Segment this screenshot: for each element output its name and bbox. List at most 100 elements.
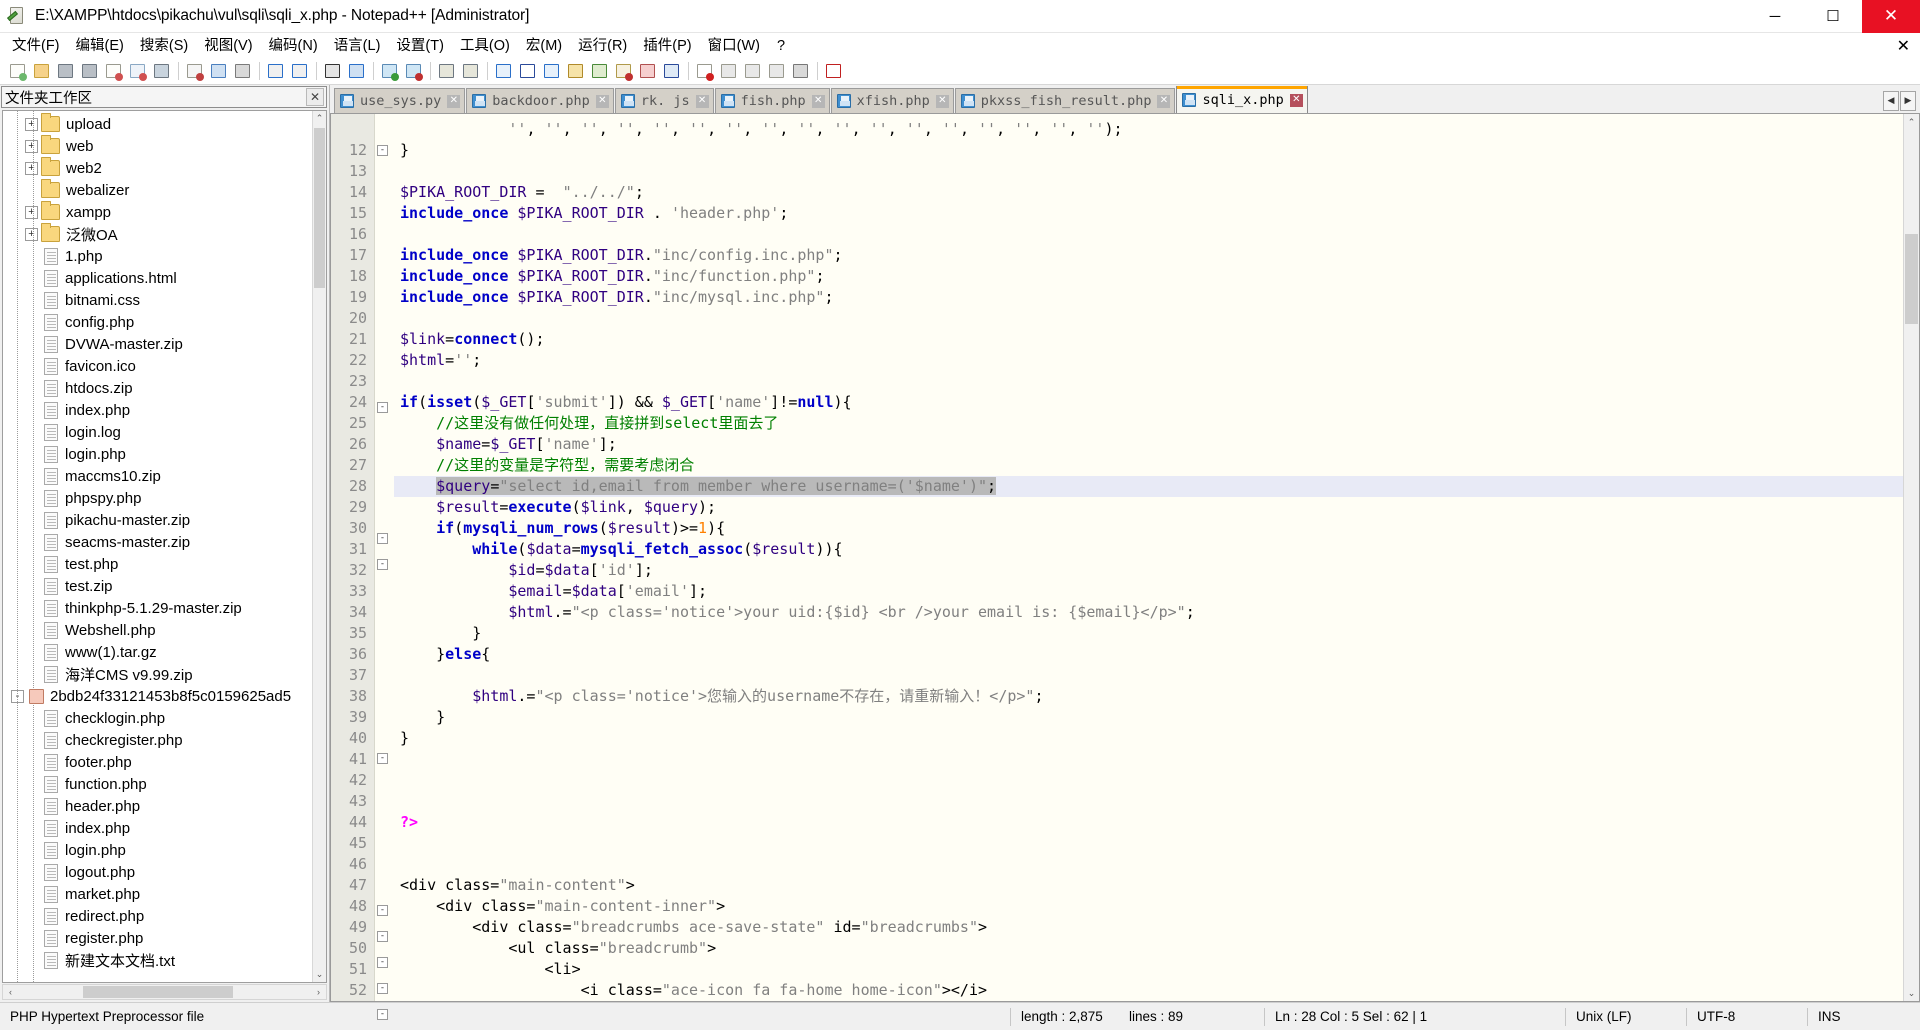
close-file-icon[interactable] (102, 60, 125, 82)
code-line[interactable]: while($data=mysqli_fetch_assoc($result))… (394, 539, 1919, 560)
monitoring-icon[interactable] (660, 60, 683, 82)
undo-icon[interactable] (264, 60, 287, 82)
expand-icon[interactable]: + (25, 117, 38, 131)
tree-node[interactable]: login.log (3, 421, 312, 443)
cut-icon[interactable] (183, 60, 206, 82)
tree-node[interactable]: DVWA-master.zip (3, 333, 312, 355)
tree-node[interactable]: 1.php (3, 245, 312, 267)
tree-node[interactable]: register.php (3, 927, 312, 949)
menu-item-macro[interactable]: 宏(M) (518, 35, 570, 57)
macro-stop-icon[interactable] (717, 60, 740, 82)
tree-node[interactable]: webalizer (3, 179, 312, 201)
menu-item-window[interactable]: 窗口(W) (700, 35, 768, 57)
fold-box[interactable]: - (377, 905, 388, 916)
menu-item-search[interactable]: 搜索(S) (132, 35, 196, 57)
fold-toggle-icon[interactable]: - (375, 753, 391, 774)
code-line[interactable]: $email=$data['email']; (394, 581, 1919, 602)
fold-toggle-icon[interactable]: - (375, 1009, 391, 1030)
tree-node[interactable]: + 泛微OA (3, 223, 312, 245)
code-line[interactable]: $link=connect(); (394, 329, 1919, 350)
scroll-up-icon[interactable]: ⌃ (1904, 114, 1919, 130)
code-line[interactable] (394, 665, 1919, 686)
menu-item-edit[interactable]: 编辑(E) (68, 35, 132, 57)
menu-item-tools[interactable]: 工具(O) (452, 35, 518, 57)
tree-node[interactable]: applications.html (3, 267, 312, 289)
fold-toggle-icon[interactable]: - (375, 957, 391, 978)
code-line[interactable] (394, 224, 1919, 245)
fold-box[interactable]: - (377, 145, 388, 156)
fold-box[interactable]: - (377, 402, 388, 413)
fold-box[interactable]: - (377, 983, 388, 994)
scroll-up-icon[interactable]: ⌃ (313, 111, 326, 126)
menu-item-file[interactable]: 文件(F) (4, 35, 68, 57)
fold-box[interactable]: - (377, 931, 388, 942)
code-line[interactable]: $PIKA_ROOT_DIR = "../../"; (394, 182, 1919, 203)
fold-box[interactable]: - (377, 957, 388, 968)
fold-box[interactable]: - (377, 533, 388, 544)
find-icon[interactable] (321, 60, 344, 82)
close-button[interactable]: ✕ (1862, 0, 1920, 33)
copy-icon[interactable] (207, 60, 230, 82)
document-tab[interactable]: pkxss_fish_result.php ✕ (954, 88, 1176, 113)
code-line[interactable]: }else{ (394, 644, 1919, 665)
macro-run-multiple-icon[interactable] (789, 60, 812, 82)
user-defined-dlg-icon[interactable] (564, 60, 587, 82)
code-line[interactable]: //这里的变量是字符型，需要考虑闭合 (394, 455, 1919, 476)
close-all-icon[interactable] (126, 60, 149, 82)
code-line[interactable]: include_once $PIKA_ROOT_DIR."inc/config.… (394, 245, 1919, 266)
code-line[interactable] (394, 308, 1919, 329)
folder-as-workspace-icon[interactable] (636, 60, 659, 82)
sync-horizontal-icon[interactable] (459, 60, 482, 82)
open-file-icon[interactable] (30, 60, 53, 82)
sidebar-vertical-scrollbar[interactable]: ⌃ ⌄ (312, 111, 326, 982)
tree-node[interactable]: maccms10.zip (3, 465, 312, 487)
expand-icon[interactable]: + (25, 161, 38, 175)
scroll-down-icon[interactable]: ⌄ (313, 967, 326, 982)
code-line[interactable]: <div class="breadcrumbs ace-save-state" … (394, 917, 1919, 938)
tree-node[interactable]: htdocs.zip (3, 377, 312, 399)
document-tab[interactable]: rk. js ✕ (614, 88, 714, 113)
paste-icon[interactable] (231, 60, 254, 82)
code-line[interactable]: } (394, 707, 1919, 728)
fold-toggle-icon[interactable]: - (375, 931, 391, 952)
tab-scroll-right-icon[interactable]: ▶ (1900, 90, 1916, 111)
save-icon[interactable] (54, 60, 77, 82)
tab-close-icon[interactable]: ✕ (695, 94, 709, 108)
redo-icon[interactable] (288, 60, 311, 82)
scrollbar-thumb[interactable] (314, 128, 325, 288)
document-tab[interactable]: sqli_x.php ✕ (1176, 86, 1308, 113)
code-line[interactable]: <div class="main-content"> (394, 875, 1919, 896)
editor-vertical-scrollbar[interactable]: ⌃ ⌄ (1903, 114, 1919, 1001)
tree-node[interactable]: seacms-master.zip (3, 531, 312, 553)
tree-node[interactable]: checklogin.php (3, 707, 312, 729)
tree-node[interactable]: config.php (3, 311, 312, 333)
tree-node[interactable]: phpspy.php (3, 487, 312, 509)
menu-item-encoding[interactable]: 编码(N) (261, 35, 326, 57)
code-line[interactable]: } (394, 728, 1919, 749)
menu-item-plugins[interactable]: 插件(P) (635, 35, 699, 57)
tree-node[interactable]: index.php (3, 817, 312, 839)
spell-check-icon[interactable] (822, 60, 845, 82)
code-line[interactable] (394, 371, 1919, 392)
tree-node[interactable]: pikachu-master.zip (3, 509, 312, 531)
code-line[interactable]: //这里没有做任何处理，直接拼到select里面去了 (394, 413, 1919, 434)
tree-node[interactable]: test.php (3, 553, 312, 575)
code-line[interactable] (394, 749, 1919, 770)
tab-scroll-left-icon[interactable]: ◀ (1883, 90, 1899, 111)
close-icon[interactable]: ✕ (306, 88, 324, 106)
zoom-in-icon[interactable] (378, 60, 401, 82)
doc-map-icon[interactable] (588, 60, 611, 82)
fold-toggle-icon[interactable]: - (375, 533, 391, 554)
scroll-right-icon[interactable]: › (311, 987, 326, 997)
tree-node[interactable]: market.php (3, 883, 312, 905)
fold-toggle-icon[interactable]: - (375, 145, 391, 166)
tree-node[interactable]: 新建文本文档.txt (3, 949, 312, 971)
tree-node[interactable]: login.php (3, 443, 312, 465)
new-file-icon[interactable] (6, 60, 29, 82)
tree-node[interactable]: + web (3, 135, 312, 157)
code-line[interactable]: '', '', '', '', '', '', '', '', '', '', … (394, 119, 1919, 140)
close-document-icon[interactable]: ✕ (1897, 36, 1920, 56)
menu-item-settings[interactable]: 设置(T) (388, 35, 452, 57)
tree-node[interactable]: -2bdb24f33121453b8f5c0159625ad5 (3, 685, 312, 707)
code-line[interactable]: $name=$_GET['name']; (394, 434, 1919, 455)
